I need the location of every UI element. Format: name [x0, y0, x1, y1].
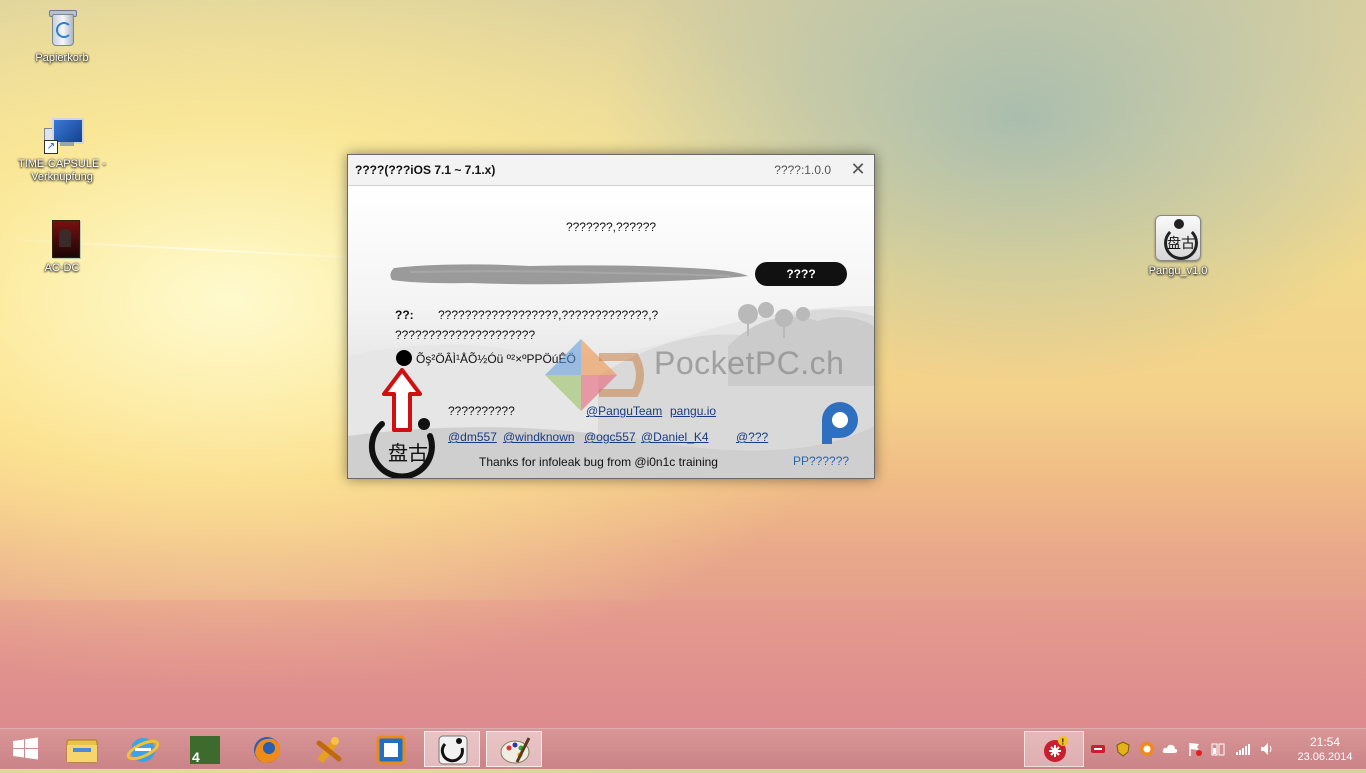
close-icon[interactable]: ✕ [848, 159, 868, 179]
desktop-icon-ac-dc[interactable]: AC-DC [17, 218, 107, 275]
info-text-line1: ??????????????????,?????????????,? [438, 308, 659, 322]
taskbar-pangu[interactable] [424, 731, 480, 767]
tools-icon [316, 737, 342, 763]
sea-background [0, 600, 1366, 728]
info-label: ??: [395, 308, 414, 322]
avast-icon[interactable] [1139, 741, 1155, 757]
link-pangu-io[interactable]: pangu.io [670, 404, 716, 418]
virtualbox-icon [376, 735, 406, 765]
link-ogc557[interactable]: @ogc557 [584, 430, 636, 444]
link-windknown[interactable]: @windknown [503, 430, 575, 444]
link-pangu-team[interactable]: @PanguTeam [586, 404, 662, 418]
game-cover-icon [42, 218, 82, 258]
version-label: ????:1.0.0 [774, 163, 831, 177]
svg-text:!: ! [1062, 738, 1065, 747]
subtitle-text: ???????,?????? [565, 220, 657, 234]
team-label: ?????????? [448, 404, 515, 418]
taskbar-game[interactable]: 4 [177, 731, 233, 767]
clock-time[interactable]: 21:54 [1294, 735, 1356, 749]
taskbar-firefox[interactable] [239, 731, 295, 767]
pp-assistant-link[interactable]: PP?????? [793, 454, 849, 468]
taskbar-paint[interactable] [486, 731, 542, 767]
start-jailbreak-button[interactable]: ???? [755, 262, 847, 286]
info-text-line2: ????????????????????? [395, 328, 536, 342]
battery-power-icon[interactable] [1210, 741, 1226, 757]
taskbar-tools[interactable] [301, 731, 357, 767]
wifi-signal-icon[interactable] [1235, 741, 1251, 757]
pp-logo-icon[interactable] [818, 400, 858, 446]
desktop-icon-label: Pangu_v1.0 [1148, 265, 1208, 277]
checkbox-dot[interactable] [396, 350, 412, 366]
desktop-icon-label: AC-DC [44, 262, 80, 274]
desktop-icon-label: Papierkorb [35, 52, 89, 64]
security-shield-icon[interactable] [1115, 741, 1131, 757]
network-drive-shortcut-icon: ↗ [42, 114, 84, 154]
cloud-sync-icon[interactable] [1162, 741, 1178, 757]
game-4-icon: 4 [190, 736, 220, 765]
notification-app-icon: ! [1044, 736, 1068, 762]
link-unknown[interactable]: @??? [736, 430, 768, 444]
link-daniel-k4[interactable]: @Daniel_K4 [641, 430, 709, 444]
volume-speaker-icon[interactable] [1259, 741, 1275, 757]
taskbar: 4 ! 21:54 23.06.2014 [0, 728, 1366, 769]
taskbar-file-explorer[interactable] [53, 731, 109, 767]
desktop-icon-pangu[interactable]: 盘古 Pangu_v1.0 [1133, 215, 1223, 278]
file-explorer-icon [66, 739, 98, 763]
taskbar-virtualbox[interactable] [363, 731, 419, 767]
progress-brush-bar [390, 264, 748, 285]
clock-date[interactable]: 23.06.2014 [1290, 751, 1360, 763]
option-text: Õş²ÖÂÌ¹ÅÕ½Óü º²×ºPPÖúÊÖ [416, 352, 576, 366]
dialog-title: ????(???iOS 7.1 ~ 7.1.x) [355, 163, 496, 177]
dialog-body: ???????,?????? ???? ??: ????????????????… [348, 186, 874, 478]
network-connection-icon[interactable] [1090, 741, 1106, 757]
pangu-icon [438, 735, 468, 765]
link-dm557[interactable]: @dm557 [448, 430, 497, 444]
desktop-icon-recycle-bin[interactable]: Papierkorb [17, 8, 107, 65]
pangu-logo-icon: 盘古 [368, 418, 435, 478]
paint-icon [500, 737, 531, 764]
tray-notification-app[interactable]: ! [1024, 731, 1084, 767]
pangu-app-icon: 盘古 [1155, 215, 1201, 261]
thanks-text: Thanks for infoleak bug from @i0n1c trai… [479, 455, 718, 469]
desktop-icon-time-capsule[interactable]: ↗ TIME-CAPSULE - Verknüpfung [17, 114, 107, 184]
recycle-bin-icon [42, 8, 82, 48]
firefox-icon [254, 737, 281, 763]
windows-start-icon [13, 737, 38, 760]
desktop-icon-label-line1: TIME-CAPSULE - [17, 158, 106, 170]
taskbar-internet-explorer[interactable] [115, 731, 171, 767]
action-center-flag-icon[interactable] [1187, 741, 1203, 757]
start-button[interactable] [0, 731, 56, 767]
pangu-dialog: ????(???iOS 7.1 ~ 7.1.x) ????:1.0.0 ✕ ??… [347, 154, 875, 479]
desktop-icon-label-line2: Verknüpfung [31, 171, 93, 183]
svg-text:盘古: 盘古 [388, 441, 428, 465]
dialog-titlebar[interactable]: ????(???iOS 7.1 ~ 7.1.x) ????:1.0.0 ✕ [348, 155, 874, 186]
internet-explorer-icon [126, 738, 160, 762]
svg-text:4: 4 [192, 749, 200, 765]
